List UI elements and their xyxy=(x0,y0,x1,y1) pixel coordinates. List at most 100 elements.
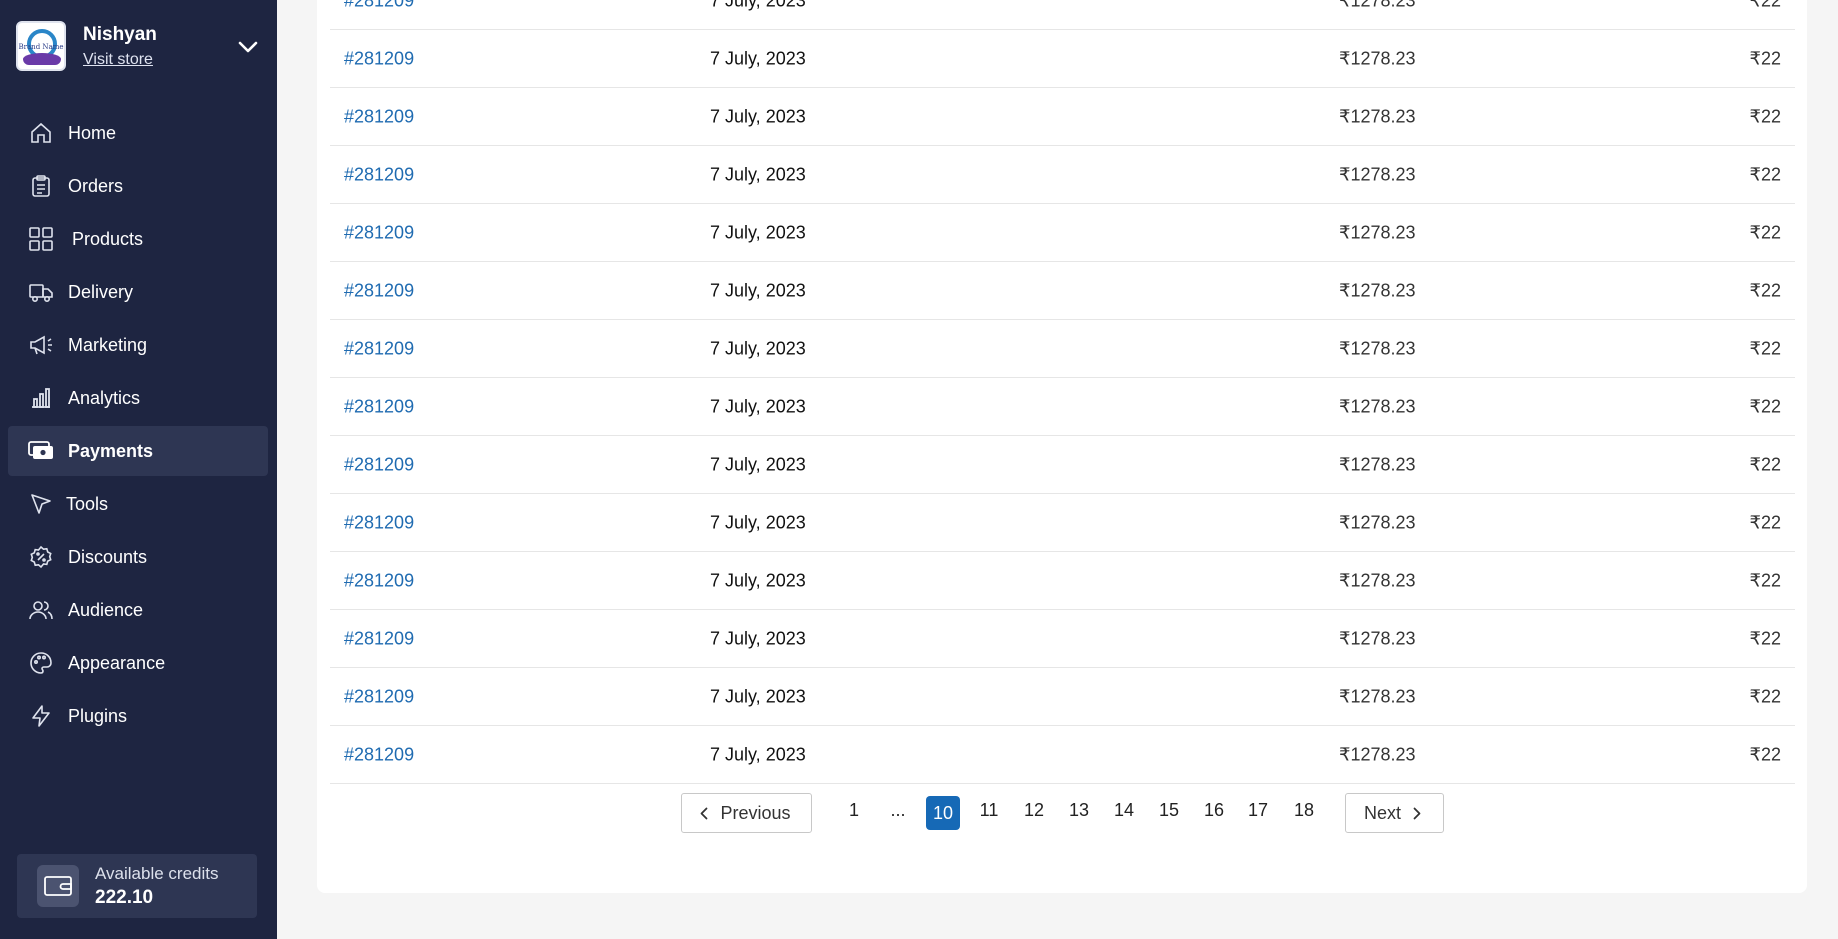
order-fee: ₹22 xyxy=(1749,0,1781,10)
order-fee: ₹22 xyxy=(1749,454,1781,474)
sidebar-item-appearance[interactable]: Appearance xyxy=(8,638,268,688)
table-row[interactable]: #281209 7 July, 2023 ₹1278.23 ₹22 xyxy=(330,320,1795,378)
page-17[interactable]: 17 xyxy=(1241,793,1275,827)
order-amount: ₹1278.23 xyxy=(1339,280,1416,300)
page-16[interactable]: 16 xyxy=(1197,793,1231,827)
sidebar-item-analytics[interactable]: Analytics xyxy=(8,373,268,423)
home-icon xyxy=(28,120,54,146)
credits-panel[interactable]: Available credits 222.10 xyxy=(17,854,257,918)
order-amount: ₹1278.23 xyxy=(1339,106,1416,126)
bolt-icon xyxy=(28,703,54,729)
order-date: 7 July, 2023 xyxy=(710,164,806,184)
sidebar-item-payments[interactable]: Payments xyxy=(8,426,268,476)
sidebar-item-plugins[interactable]: Plugins xyxy=(8,691,268,741)
page-13[interactable]: 13 xyxy=(1062,793,1096,827)
order-date: 7 July, 2023 xyxy=(710,106,806,126)
previous-label: Previous xyxy=(720,802,791,823)
table-row[interactable]: #281209 7 July, 2023 ₹1278.23 ₹22 xyxy=(330,262,1795,320)
page-15[interactable]: 15 xyxy=(1152,793,1186,827)
order-id-link[interactable]: #281209 xyxy=(344,570,414,591)
order-date: 7 July, 2023 xyxy=(710,512,806,532)
order-date: 7 July, 2023 xyxy=(710,280,806,300)
order-id-link[interactable]: #281209 xyxy=(344,628,414,649)
store-name: Nishyan xyxy=(83,23,157,45)
table-row[interactable]: #281209 7 July, 2023 ₹1278.23 ₹22 xyxy=(330,88,1795,146)
order-date: 7 July, 2023 xyxy=(710,396,806,416)
sidebar-item-orders[interactable]: Orders xyxy=(8,161,268,211)
order-id-link[interactable]: #281209 xyxy=(344,222,414,243)
chevron-down-icon[interactable] xyxy=(235,34,261,60)
order-date: 7 July, 2023 xyxy=(710,686,806,706)
order-fee: ₹22 xyxy=(1749,396,1781,416)
table-row[interactable]: #281209 7 July, 2023 ₹1278.23 ₹22 xyxy=(330,494,1795,552)
chevron-right-icon xyxy=(1413,807,1421,820)
sidebar-item-audience[interactable]: Audience xyxy=(8,585,268,635)
sidebar-item-delivery[interactable]: Delivery xyxy=(8,267,268,317)
order-fee: ₹22 xyxy=(1749,222,1781,242)
sidebar-item-discounts[interactable]: Discounts xyxy=(8,532,268,582)
store-switcher[interactable]: Brand Name Nishyan Visit store xyxy=(16,20,261,72)
order-fee: ₹22 xyxy=(1749,280,1781,300)
sidebar-item-label: Payments xyxy=(68,440,154,461)
order-id-link[interactable]: #281209 xyxy=(344,48,414,69)
order-id-link[interactable]: #281209 xyxy=(344,396,414,417)
payments-icon xyxy=(28,438,54,464)
order-date: 7 July, 2023 xyxy=(710,744,806,764)
sidebar-item-label: Products xyxy=(72,228,144,249)
wallet-icon xyxy=(37,865,79,907)
table-row[interactable]: #281209 7 July, 2023 ₹1278.23 ₹22 xyxy=(330,726,1795,784)
sidebar-item-label: Marketing xyxy=(68,334,148,355)
order-id-link[interactable]: #281209 xyxy=(344,686,414,707)
table-row[interactable]: #281209 7 July, 2023 ₹1278.23 ₹22 xyxy=(330,552,1795,610)
order-fee: ₹22 xyxy=(1749,48,1781,68)
order-fee: ₹22 xyxy=(1749,106,1781,126)
order-id-link[interactable]: #281209 xyxy=(344,744,414,765)
page-10[interactable]: 10 xyxy=(926,796,960,830)
visit-store-link[interactable]: Visit store xyxy=(83,51,157,69)
table-row[interactable]: #281209 7 July, 2023 ₹1278.23 ₹22 xyxy=(330,30,1795,88)
order-id-link[interactable]: #281209 xyxy=(344,164,414,185)
order-date: 7 July, 2023 xyxy=(710,570,806,590)
order-amount: ₹1278.23 xyxy=(1339,454,1416,474)
page-1[interactable]: 1 xyxy=(837,793,871,827)
next-button[interactable]: Next xyxy=(1345,793,1444,833)
cursor-icon xyxy=(28,491,54,517)
sidebar-nav: Home Orders Products Delivery Marketing … xyxy=(8,108,268,744)
sidebar-item-home[interactable]: Home xyxy=(8,108,268,158)
order-date: 7 July, 2023 xyxy=(710,454,806,474)
table-row[interactable]: #281209 7 July, 2023 ₹1278.23 ₹22 xyxy=(330,0,1795,30)
previous-button[interactable]: Previous xyxy=(681,793,812,833)
table-row[interactable]: #281209 7 July, 2023 ₹1278.23 ₹22 xyxy=(330,146,1795,204)
order-amount: ₹1278.23 xyxy=(1339,396,1416,416)
order-id-link[interactable]: #281209 xyxy=(344,0,414,11)
table-row[interactable]: #281209 7 July, 2023 ₹1278.23 ₹22 xyxy=(330,610,1795,668)
table-row[interactable]: #281209 7 July, 2023 ₹1278.23 ₹22 xyxy=(330,204,1795,262)
sidebar-item-marketing[interactable]: Marketing xyxy=(8,320,268,370)
order-id-link[interactable]: #281209 xyxy=(344,454,414,475)
sidebar-item-tools[interactable]: Tools xyxy=(8,479,268,529)
order-id-link[interactable]: #281209 xyxy=(344,512,414,533)
truck-icon xyxy=(28,279,54,305)
page-14[interactable]: 14 xyxy=(1107,793,1141,827)
order-fee: ₹22 xyxy=(1749,512,1781,532)
order-date: 7 July, 2023 xyxy=(710,628,806,648)
table-row[interactable]: #281209 7 July, 2023 ₹1278.23 ₹22 xyxy=(330,436,1795,494)
payments-card: #281209 7 July, 2023 ₹1278.23 ₹22 #281209 7 J… xyxy=(317,0,1807,893)
order-fee: ₹22 xyxy=(1749,628,1781,648)
sidebar-item-label: Discounts xyxy=(68,546,148,567)
discount-icon xyxy=(28,544,54,570)
page-12[interactable]: 12 xyxy=(1017,793,1051,827)
page-18[interactable]: 18 xyxy=(1287,793,1321,827)
table-row[interactable]: #281209 7 July, 2023 ₹1278.23 ₹22 xyxy=(330,668,1795,726)
order-amount: ₹1278.23 xyxy=(1339,164,1416,184)
table-row[interactable]: #281209 7 July, 2023 ₹1278.23 ₹22 xyxy=(330,378,1795,436)
sidebar-item-products[interactable]: Products xyxy=(8,214,268,264)
credits-value: 222.10 xyxy=(95,886,154,908)
order-id-link[interactable]: #281209 xyxy=(344,106,414,127)
order-id-link[interactable]: #281209 xyxy=(344,338,414,359)
page-11[interactable]: 11 xyxy=(972,793,1006,827)
chart-icon xyxy=(28,385,54,411)
order-fee: ₹22 xyxy=(1749,744,1781,764)
order-id-link[interactable]: #281209 xyxy=(344,280,414,301)
sidebar-item-label: Plugins xyxy=(68,705,128,726)
